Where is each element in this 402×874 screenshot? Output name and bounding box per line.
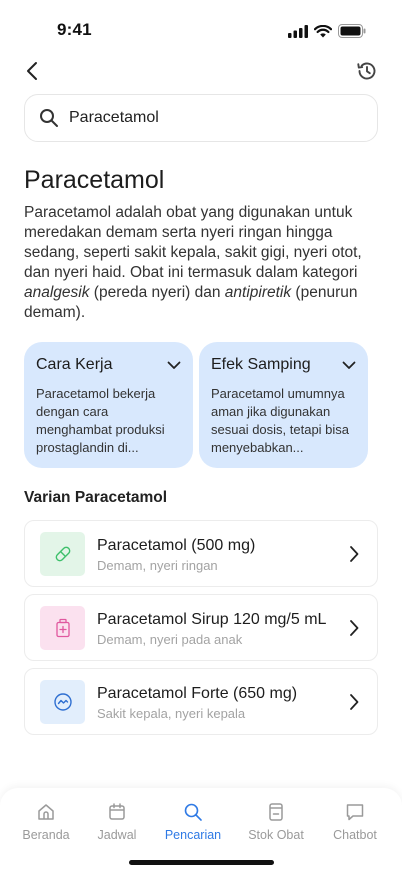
chevron-right-icon: [350, 694, 359, 710]
variants-section-title: Varian Paracetamol: [24, 489, 168, 506]
wifi-icon: [314, 24, 332, 37]
card-cara-kerja[interactable]: Cara Kerja Paracetamol bekerja dengan ca…: [24, 342, 193, 468]
pill-icon: [55, 546, 70, 562]
description-emphasis: antipiretik: [224, 284, 292, 301]
variant-indication: Sakit kepala, nyeri kepala: [97, 706, 246, 721]
description-text: (pereda nyeri) dan: [89, 284, 225, 301]
drug-description: Paracetamol adalah obat yang digunakan u…: [24, 203, 378, 323]
nav-item-chatbot[interactable]: Chatbot: [320, 802, 390, 842]
calendar-icon: [109, 803, 125, 820]
chevron-down-icon[interactable]: [167, 361, 181, 370]
search-bar[interactable]: [24, 94, 378, 142]
tablet-icon: [53, 693, 72, 711]
description-emphasis: analgesik: [24, 284, 90, 301]
signal-icon: [288, 24, 308, 38]
variant-thumbnail: [40, 532, 85, 576]
description-text: Paracetamol adalah obat yang digunakan u…: [24, 204, 362, 281]
chevron-down-icon[interactable]: [342, 361, 356, 370]
variant-thumbnail: [40, 680, 85, 724]
search-icon: [40, 109, 58, 127]
status-bar: 9:41: [0, 0, 402, 54]
nav-item-jadwal[interactable]: Jadwal: [82, 802, 152, 842]
card-title: Cara Kerja: [36, 356, 113, 373]
variant-item-forte[interactable]: Paracetamol Forte (650 mg) Sakit kepala,…: [24, 668, 378, 735]
top-nav: [0, 54, 402, 90]
history-button[interactable]: [356, 60, 378, 82]
variant-thumbnail: [40, 606, 85, 650]
home-icon: [38, 804, 54, 820]
nav-item-stok-obat[interactable]: Stok Obat: [241, 802, 311, 842]
syrup-bottle-icon: [55, 618, 70, 638]
chat-icon: [346, 804, 364, 821]
status-icons: [288, 24, 366, 38]
nav-label: Jadwal: [97, 828, 137, 842]
battery-icon: [338, 24, 366, 38]
search-icon: [184, 803, 202, 821]
chevron-right-icon: [350, 620, 359, 636]
search-input[interactable]: [69, 109, 349, 127]
back-button[interactable]: [20, 58, 44, 84]
medicine-box-icon: [269, 803, 283, 821]
nav-label: Stok Obat: [248, 828, 304, 842]
card-body: Paracetamol umumnya aman jika digunakan …: [211, 386, 350, 455]
card-title: Efek Samping: [211, 356, 311, 373]
nav-item-beranda[interactable]: Beranda: [11, 802, 81, 842]
variant-name: Paracetamol Sirup 120 mg/5 mL: [97, 611, 327, 628]
chevron-left-icon: [27, 62, 37, 80]
nav-label: Beranda: [22, 828, 70, 842]
home-indicator: [129, 860, 274, 865]
nav-label: Pencarian: [164, 828, 222, 842]
variant-indication: Demam, nyeri pada anak: [97, 632, 243, 647]
history-icon: [357, 62, 376, 80]
nav-label: Chatbot: [333, 828, 377, 842]
nav-item-pencarian[interactable]: Pencarian: [158, 802, 228, 842]
card-efek-samping[interactable]: Efek Samping Paracetamol umumnya aman ji…: [199, 342, 368, 468]
status-time: 9:41: [57, 20, 92, 39]
chevron-right-icon: [350, 546, 359, 562]
variant-name: Paracetamol (500 mg): [97, 537, 256, 554]
variant-name: Paracetamol Forte (650 mg): [97, 685, 298, 702]
variant-item-500mg[interactable]: Paracetamol (500 mg) Demam, nyeri ringan: [24, 520, 378, 587]
variant-indication: Demam, nyeri ringan: [97, 558, 218, 573]
variant-item-sirup[interactable]: Paracetamol Sirup 120 mg/5 mL Demam, nye…: [24, 594, 378, 661]
card-body: Paracetamol bekerja dengan cara menghamb…: [36, 386, 165, 455]
drug-title: Paracetamol: [24, 166, 165, 194]
